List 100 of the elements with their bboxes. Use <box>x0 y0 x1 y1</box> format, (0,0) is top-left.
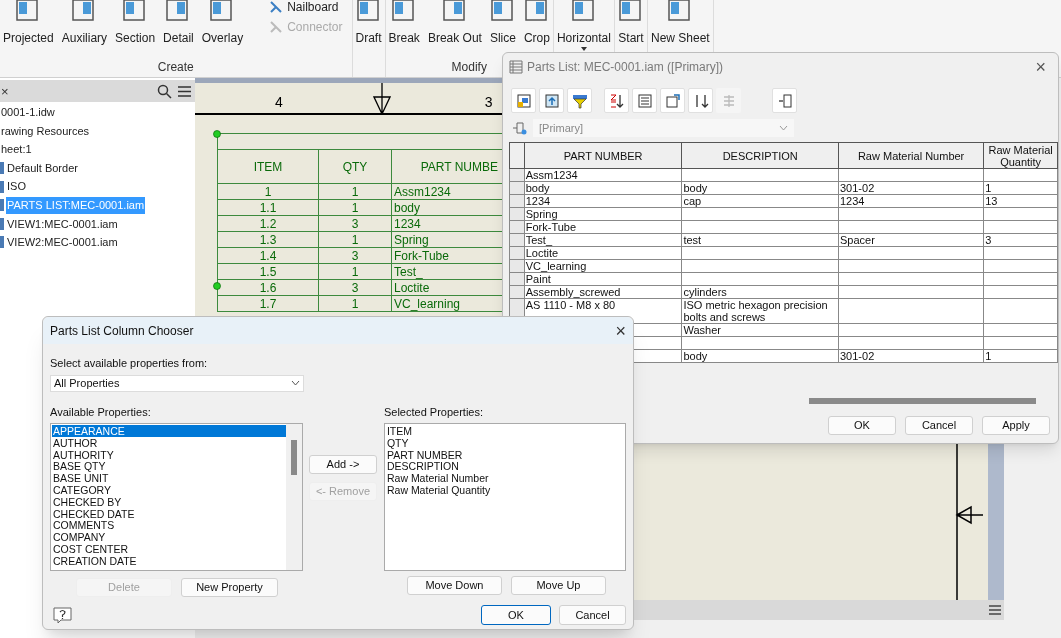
toolbar-button[interactable] <box>567 88 592 113</box>
list-item[interactable]: CREATION DATE <box>52 554 286 567</box>
tree-item[interactable]: ISO <box>6 178 27 195</box>
grid-cell[interactable]: Assm1234 <box>524 168 682 182</box>
row-header-cell[interactable] <box>509 168 525 182</box>
list-item[interactable]: COST CENTER <box>52 542 286 555</box>
grid-cell[interactable] <box>681 207 839 221</box>
list-item[interactable]: PART NUMBER <box>386 448 625 461</box>
grid-cell[interactable] <box>983 246 1058 260</box>
close-button[interactable]: × <box>1 84 9 98</box>
row-header-cell[interactable] <box>509 194 525 208</box>
grid-cell[interactable] <box>681 336 839 350</box>
menu-icon[interactable] <box>178 85 191 97</box>
help-icon[interactable] <box>53 606 72 624</box>
ribbon-tool-button[interactable]: Break <box>386 0 422 45</box>
horizontal-scrollbar[interactable] <box>809 398 1036 404</box>
grid-cell[interactable]: body <box>681 349 839 363</box>
ribbon-tool-button[interactable]: Auxiliary <box>59 0 110 45</box>
grid-cell[interactable] <box>838 168 984 182</box>
list-item[interactable]: QTY <box>386 436 625 449</box>
ribbon-tool-button[interactable]: Break Out <box>425 0 484 45</box>
ok-button[interactable]: OK <box>481 605 551 625</box>
list-item[interactable]: CHECKED DATE <box>52 507 286 520</box>
menu-icon[interactable] <box>989 605 1001 615</box>
property-source-dropdown[interactable]: All Properties <box>50 374 304 392</box>
grid-cell[interactable] <box>983 207 1058 221</box>
column-header[interactable]: Raw Material Number <box>838 142 984 169</box>
ribbon-tool-button[interactable]: Start <box>615 0 646 45</box>
list-item[interactable]: BASE QTY <box>52 460 286 473</box>
grid-cell[interactable]: 1234 <box>838 194 984 208</box>
grid-cell[interactable] <box>681 272 839 286</box>
ribbon-tool-button[interactable]: Section <box>113 0 158 45</box>
dialog-button[interactable]: Apply <box>982 416 1050 435</box>
grid-cell[interactable]: Test_ <box>524 233 682 247</box>
dialog-button[interactable]: OK <box>828 416 896 435</box>
dialog-button[interactable]: Cancel <box>905 416 973 435</box>
list-item[interactable]: DESCRIPTION <box>386 460 625 473</box>
grid-cell[interactable] <box>983 298 1058 324</box>
grid-cell[interactable]: body <box>524 181 682 195</box>
grid-cell[interactable]: 301-02 <box>838 349 984 363</box>
ribbon-tool-button[interactable]: Slice <box>487 0 518 45</box>
grid-cell[interactable] <box>681 168 839 182</box>
grid-cell[interactable]: Spacer <box>838 233 984 247</box>
grid-cell[interactable] <box>983 168 1058 182</box>
grid-cell[interactable] <box>838 220 984 234</box>
grid-cell[interactable] <box>983 285 1058 299</box>
grid-cell[interactable]: cylinders <box>681 285 839 299</box>
grid-cell[interactable]: 301-02 <box>838 181 984 195</box>
grid-cell[interactable]: Spring <box>524 207 682 221</box>
list-item[interactable]: CATEGORY <box>52 484 286 496</box>
grid-cell[interactable]: 3 <box>983 233 1058 247</box>
list-item[interactable]: BASE UNIT <box>52 472 286 484</box>
move-down-button[interactable]: Move Down <box>406 576 502 595</box>
cancel-button[interactable]: Cancel <box>559 605 626 625</box>
tree-item[interactable]: 0001-1.idw <box>0 104 56 121</box>
list-item[interactable]: Raw Material Quantity <box>386 484 625 496</box>
column-header[interactable]: Raw Material Quantity <box>983 142 1058 169</box>
close-button[interactable]: × <box>615 321 626 340</box>
column-header[interactable]: DESCRIPTION <box>681 142 839 169</box>
tree-item[interactable]: rawing Resources <box>0 122 91 140</box>
move-up-button[interactable]: Move Up <box>510 576 606 595</box>
grid-cell[interactable] <box>983 259 1058 273</box>
list-item[interactable]: APPEARANCE <box>52 425 286 437</box>
grid-cell[interactable]: Assembly_screwed <box>524 285 682 299</box>
row-header-cell[interactable] <box>509 220 525 234</box>
tree-item[interactable]: heet:1 <box>0 141 33 158</box>
grid-cell[interactable] <box>838 259 984 273</box>
ribbon-tool-button[interactable]: New Sheet <box>648 0 712 45</box>
grid-cell[interactable]: cap <box>681 194 839 208</box>
ribbon-tool-button[interactable]: Overlay <box>199 0 246 45</box>
toolbar-button[interactable] <box>688 88 713 113</box>
grid-cell[interactable] <box>838 336 984 350</box>
tree-item[interactable]: VIEW2:MEC-0001.iam <box>6 234 119 251</box>
grid-cell[interactable]: Loctite <box>524 246 682 260</box>
ribbon-tool-button[interactable]: Projected <box>1 0 56 45</box>
grid-cell[interactable]: ISO metric hexagon precision bolts and screws <box>681 298 839 324</box>
add-button[interactable]: Add -> <box>308 454 377 474</box>
toolbar-button[interactable] <box>660 88 685 113</box>
column-header[interactable]: PART NUMBER <box>524 142 682 169</box>
grid-cell[interactable] <box>838 272 984 286</box>
grid-cell[interactable]: 1 <box>983 181 1058 195</box>
grid-cell[interactable]: 1 <box>983 349 1058 363</box>
ribbon-tool-button[interactable]: Crop <box>521 0 552 45</box>
grid-cell[interactable] <box>681 259 839 273</box>
grid-cell[interactable] <box>681 220 839 234</box>
grid-cell[interactable] <box>838 323 984 337</box>
ribbon-small-tool[interactable]: Nailboard <box>269 0 343 14</box>
grid-cell[interactable]: Washer <box>681 323 839 337</box>
list-item[interactable]: ITEM <box>386 425 625 437</box>
list-item[interactable]: CHECKED BY <box>52 495 286 508</box>
grid-cell[interactable] <box>983 336 1058 350</box>
vertical-scrollbar[interactable] <box>285 424 302 570</box>
grid-cell[interactable] <box>983 272 1058 286</box>
ribbon-tool-button[interactable]: Detail <box>161 0 196 45</box>
row-header-cell[interactable] <box>509 272 525 286</box>
toolbar-button[interactable] <box>539 88 564 113</box>
new-property-button[interactable]: New Property <box>181 578 278 597</box>
list-item[interactable]: Raw Material Number <box>386 472 625 484</box>
grid-cell[interactable]: 13 <box>983 194 1058 208</box>
grid-cell[interactable] <box>838 207 984 221</box>
